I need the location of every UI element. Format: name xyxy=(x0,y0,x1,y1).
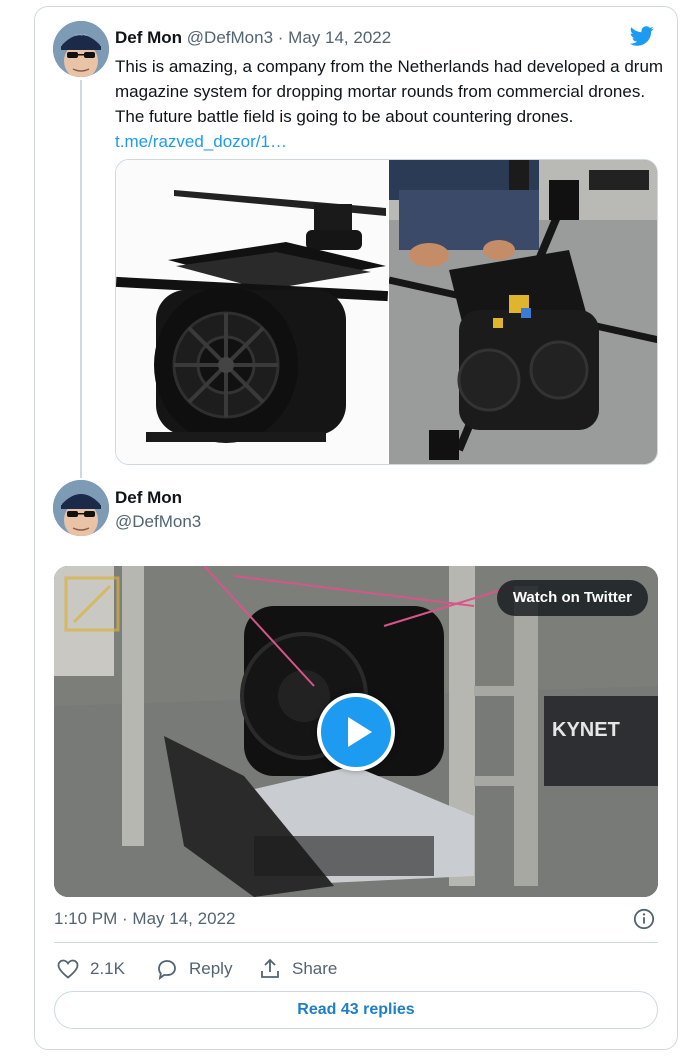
thread-line xyxy=(80,80,82,478)
watch-on-twitter-button[interactable]: Watch on Twitter xyxy=(496,580,648,616)
read-replies-button[interactable]: Read 43 replies xyxy=(54,991,658,1029)
video-player[interactable]: KYNET Watch on Twitter xyxy=(54,566,658,897)
share-action[interactable]: Share xyxy=(258,955,337,983)
drone-render-image[interactable] xyxy=(116,160,389,464)
quoted-author-name[interactable]: Def Mon xyxy=(115,488,182,508)
kynet-label: KYNET xyxy=(552,719,620,741)
tweet-body: This is amazing, a company from the Neth… xyxy=(115,57,664,126)
like-count: 2.1K xyxy=(90,959,125,978)
divider xyxy=(54,942,658,943)
svg-text:~~~: ~~~ xyxy=(75,33,88,39)
share-label: Share xyxy=(292,959,338,978)
author-handle[interactable]: @DefMon3 xyxy=(187,28,273,47)
twitter-bird-icon[interactable] xyxy=(628,24,656,48)
tweet-link[interactable]: t.me/razved_dozor/1… xyxy=(115,129,665,154)
reply-action[interactable]: Reply xyxy=(155,955,232,983)
tweet-date[interactable]: May 14, 2022 xyxy=(288,28,391,47)
reply-label: Reply xyxy=(189,959,233,978)
date-separator: · xyxy=(277,28,284,47)
author-name-text[interactable]: Def Mon xyxy=(115,28,182,47)
tweet-timestamp[interactable]: 1:10 PM · May 14, 2022 xyxy=(54,909,235,929)
share-icon xyxy=(261,958,279,978)
play-button[interactable] xyxy=(317,693,395,771)
drone-photo-image[interactable] xyxy=(388,160,657,464)
heart-icon xyxy=(57,959,79,979)
like-action[interactable]: 2.1K xyxy=(56,955,125,983)
author-name[interactable]: Def Mon @DefMon3 · May 14, 2022 xyxy=(115,28,391,48)
quoted-author-handle[interactable]: @DefMon3 xyxy=(115,512,201,532)
reply-icon xyxy=(158,960,176,981)
tweet-text: This is amazing, a company from the Neth… xyxy=(115,54,665,154)
quoted-avatar[interactable] xyxy=(53,480,109,536)
media-grid xyxy=(115,159,658,465)
avatar[interactable]: ~~~ xyxy=(53,21,109,77)
play-icon xyxy=(348,717,372,747)
info-icon[interactable] xyxy=(633,908,655,930)
